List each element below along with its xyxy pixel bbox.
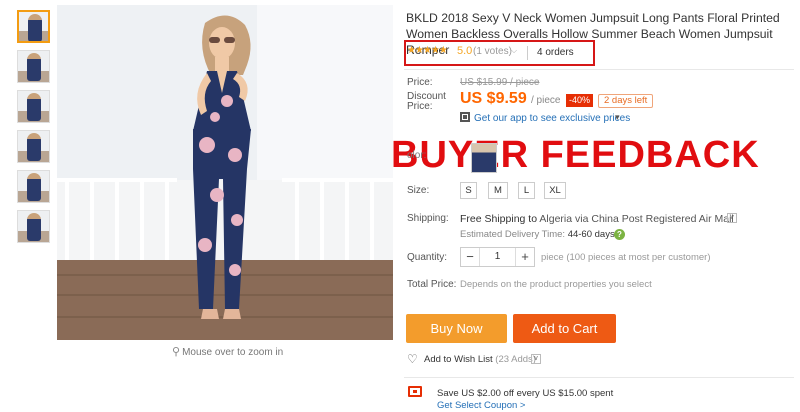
heart-icon[interactable]: ♡ [407, 352, 418, 366]
coupon-icon [408, 386, 422, 397]
add-to-wishlist-link[interactable]: Add to Wish List (23 Adds) [424, 354, 536, 365]
magnifier-icon: ⚲ [172, 346, 181, 358]
size-option-xl[interactable]: XL [544, 182, 566, 199]
wishlist-count: (23 Adds) [495, 354, 536, 365]
divider [527, 46, 528, 60]
rating-votes-link[interactable]: (1 votes) [473, 46, 512, 57]
original-price: US $15.99 / piece [460, 77, 540, 88]
app-promo-link[interactable]: Get our app to see exclusive prices [474, 113, 630, 124]
time-left-badge: 2 days left [598, 94, 654, 108]
quantity-decrease-button[interactable]: − [461, 248, 479, 266]
shipping-label: Shipping: [407, 213, 449, 224]
buy-now-button[interactable]: Buy Now [406, 314, 507, 343]
thumbnail-strip [17, 10, 51, 250]
shipping-info: Free Shipping to Algeria via China Post … [460, 213, 734, 225]
quantity-stepper: − 1 + [460, 247, 535, 267]
divider [404, 69, 794, 70]
quantity-input[interactable]: 1 [479, 248, 516, 266]
total-price-note: Depends on the product properties you se… [460, 279, 652, 290]
thumbnail-5[interactable] [17, 170, 50, 203]
coupon-text: Save US $2.00 off every US $15.00 spent [437, 388, 614, 399]
rating-stars-icon: ★★★★★ [407, 45, 448, 56]
shipping-text: Free Shipping to [460, 213, 538, 225]
product-photo [57, 5, 393, 340]
add-to-cart-button[interactable]: Add to Cart [513, 314, 616, 343]
shipping-country[interactable]: Algeria [539, 213, 572, 225]
size-option-m[interactable]: M [488, 182, 508, 199]
discount-badge: -40% [566, 94, 594, 107]
qr-code-icon [460, 112, 470, 122]
price-unit: / piece [531, 95, 561, 106]
help-icon[interactable]: ? [614, 229, 625, 240]
rating-score: 5.0 [457, 45, 473, 57]
color-option[interactable] [471, 143, 497, 173]
shipping-method: via China Post Registered Air Mail [575, 213, 734, 225]
size-label: Size: [407, 185, 430, 196]
thumbnail-3[interactable] [17, 90, 50, 123]
color-label: olor: [407, 150, 427, 161]
est-value: 44-60 days [567, 229, 615, 240]
main-product-image[interactable] [57, 5, 393, 340]
est-label: Estimated Delivery Time: [460, 229, 566, 240]
get-coupon-link[interactable]: Get Select Coupon > [437, 400, 525, 411]
quantity-increase-button[interactable]: + [516, 248, 534, 266]
thumbnail-1[interactable] [17, 10, 50, 43]
divider [404, 377, 794, 378]
discount-price: US $9.59 [460, 90, 527, 107]
discount-label-2: Price: [407, 101, 433, 112]
total-price-label: Total Price: [407, 279, 457, 290]
zoom-hint: ⚲ Mouse over to zoom in [172, 346, 284, 358]
wishlist-dropdown-icon[interactable]: v [531, 354, 541, 364]
size-option-l[interactable]: L [518, 182, 535, 199]
shipping-dropdown-icon[interactable]: v [727, 213, 737, 223]
thumbnail-4[interactable] [17, 130, 50, 163]
wishlist-label[interactable]: Add to Wish List [424, 354, 493, 365]
orders-count: 4 orders [537, 47, 574, 58]
estimated-delivery: Estimated Delivery Time: 44-60 days [460, 229, 615, 240]
buyer-feedback-overlay: BUYER FEEDBACK [391, 134, 760, 176]
size-option-s[interactable]: S [460, 182, 477, 199]
thumbnail-6[interactable] [17, 210, 50, 243]
thumbnail-2[interactable] [17, 50, 50, 83]
caret-down-icon[interactable]: ▾ [615, 112, 620, 123]
quantity-label: Quantity: [407, 252, 448, 263]
quantity-note: piece (100 pieces at most per customer) [541, 252, 711, 263]
chevron-down-icon[interactable]: ⌵ [511, 46, 517, 56]
price-label: Price: [407, 77, 433, 88]
